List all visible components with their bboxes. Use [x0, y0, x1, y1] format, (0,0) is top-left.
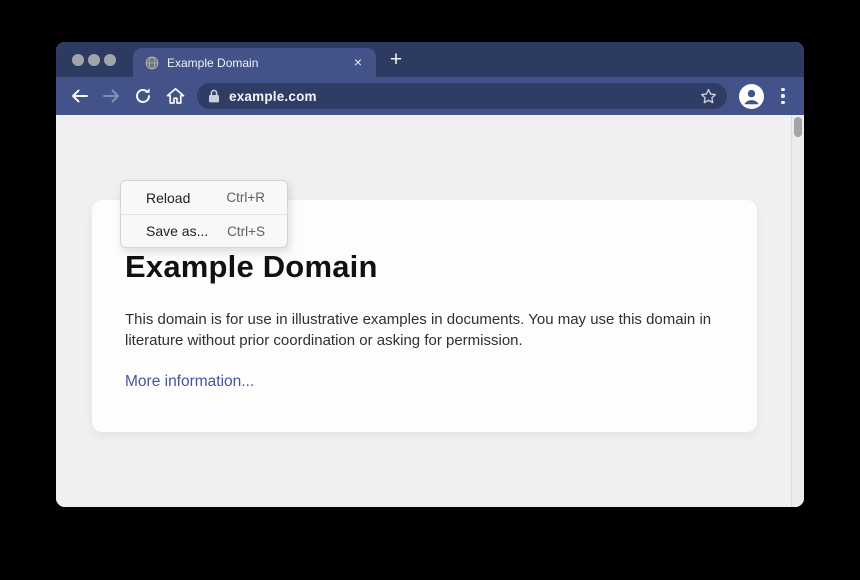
home-button[interactable]: [165, 86, 185, 106]
scrollbar-thumb[interactable]: [794, 117, 802, 137]
page-viewport: Example Domain This domain is for use in…: [56, 115, 804, 507]
globe-icon: [145, 56, 159, 70]
browser-menu-button[interactable]: [776, 86, 790, 106]
profile-avatar-button[interactable]: [739, 84, 764, 109]
page-title: Example Domain: [125, 248, 724, 285]
home-icon: [166, 87, 185, 105]
menu-item-shortcut: Ctrl+S: [227, 224, 265, 239]
tab-title: Example Domain: [167, 56, 350, 70]
reload-button[interactable]: [133, 86, 153, 106]
titlebar: Example Domain × +: [56, 42, 804, 77]
back-button[interactable]: [69, 86, 89, 106]
browser-window: Example Domain × +: [56, 42, 804, 507]
forward-button[interactable]: [101, 86, 121, 106]
menu-item-shortcut: Ctrl+R: [226, 190, 265, 205]
tab-close-icon[interactable]: ×: [350, 55, 366, 71]
arrow-left-icon: [70, 88, 89, 104]
person-icon: [739, 84, 764, 109]
browser-toolbar: example.com: [56, 77, 804, 115]
kebab-dot: [781, 88, 785, 92]
reload-icon: [134, 87, 152, 105]
url-text: example.com: [229, 89, 700, 104]
arrow-right-icon: [102, 88, 121, 104]
context-menu: Reload Ctrl+R Save as... Ctrl+S: [120, 180, 288, 248]
more-information-link[interactable]: More information...: [125, 373, 254, 391]
context-menu-item-reload[interactable]: Reload Ctrl+R: [121, 181, 287, 214]
lock-icon: [208, 89, 220, 103]
maximize-window-button[interactable]: [104, 54, 116, 66]
page-body-text: This domain is for use in illustrative e…: [125, 309, 713, 351]
new-tab-button[interactable]: +: [383, 47, 409, 73]
address-bar[interactable]: example.com: [197, 83, 727, 109]
kebab-dot: [781, 94, 785, 98]
context-menu-item-save-as[interactable]: Save as... Ctrl+S: [121, 214, 287, 247]
minimize-window-button[interactable]: [88, 54, 100, 66]
kebab-dot: [781, 101, 785, 105]
menu-item-label: Reload: [146, 190, 226, 206]
tab-example-domain[interactable]: Example Domain ×: [133, 48, 376, 77]
traffic-lights: [72, 42, 116, 77]
vertical-scrollbar[interactable]: [791, 115, 804, 507]
bookmark-star-icon[interactable]: [700, 88, 717, 105]
close-window-button[interactable]: [72, 54, 84, 66]
menu-item-label: Save as...: [146, 223, 227, 239]
